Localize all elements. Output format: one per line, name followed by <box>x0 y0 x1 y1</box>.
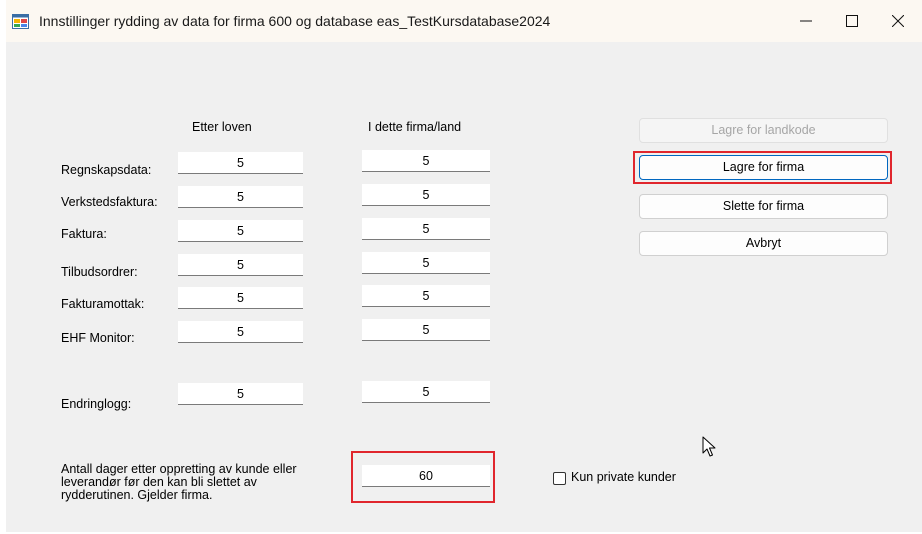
firm-field-verkstedsfaktura[interactable]: 5 <box>362 184 490 206</box>
firm-field-tilbudsordrer[interactable]: 5 <box>362 252 490 274</box>
law-field-faktura[interactable]: 5 <box>178 220 303 242</box>
days-field[interactable]: 60 <box>362 465 490 487</box>
close-button[interactable] <box>875 0 921 42</box>
save-country-button[interactable]: Lagre for landkode <box>639 118 888 143</box>
firm-field-fakturamottak[interactable]: 5 <box>362 285 490 307</box>
row-label-regnskapsdata: Regnskapsdata: <box>61 163 152 177</box>
row-label-verkstedsfaktura: Verkstedsfaktura: <box>61 195 158 209</box>
firm-field-ehf-monitor[interactable]: 5 <box>362 319 490 341</box>
law-field-regnskapsdata[interactable]: 5 <box>178 152 303 174</box>
firm-field-regnskapsdata[interactable]: 5 <box>362 150 490 172</box>
row-label-endringlogg: Endringlogg: <box>61 397 132 411</box>
law-field-fakturamottak[interactable]: 5 <box>178 287 303 309</box>
delete-firm-button[interactable]: Slette for firma <box>639 194 888 219</box>
minimize-icon <box>800 20 812 22</box>
column-header-firm: I dette firma/land <box>368 120 462 134</box>
minimize-button[interactable] <box>783 0 829 42</box>
row-label-fakturamottak: Fakturamottak: <box>61 297 145 311</box>
mouse-cursor-icon <box>702 436 716 457</box>
law-field-tilbudsordrer[interactable]: 5 <box>178 254 303 276</box>
days-description-line-3: rydderutinen. Gjelder firma. <box>61 488 213 502</box>
maximize-button[interactable] <box>829 0 875 42</box>
cancel-button[interactable]: Avbryt <box>639 231 888 256</box>
save-firm-button[interactable]: Lagre for firma <box>639 155 888 180</box>
row-label-faktura: Faktura: <box>61 227 107 241</box>
app-window-icon <box>12 14 29 29</box>
firm-field-endringlogg[interactable]: 5 <box>362 381 490 403</box>
law-field-verkstedsfaktura[interactable]: 5 <box>178 186 303 208</box>
firm-field-faktura[interactable]: 5 <box>362 218 490 240</box>
law-field-ehf-monitor[interactable]: 5 <box>178 321 303 343</box>
private-customers-label[interactable]: Kun private kunder <box>571 470 676 484</box>
law-field-endringlogg[interactable]: 5 <box>178 383 303 405</box>
column-header-law: Etter loven <box>192 120 252 134</box>
row-label-tilbudsordrer: Tilbudsordrer: <box>61 265 138 279</box>
private-customers-checkbox[interactable] <box>553 472 566 485</box>
window-title: Innstillinger rydding av data for firma … <box>39 13 551 29</box>
maximize-icon <box>846 15 858 27</box>
title-bar: Innstillinger rydding av data for firma … <box>6 0 922 42</box>
row-label-ehf-monitor: EHF Monitor: <box>61 331 135 345</box>
days-description: Antall dager etter oppretting av kunde e… <box>61 463 297 502</box>
close-icon <box>892 15 904 27</box>
settings-window: Innstillinger rydding av data for firma … <box>6 0 922 532</box>
